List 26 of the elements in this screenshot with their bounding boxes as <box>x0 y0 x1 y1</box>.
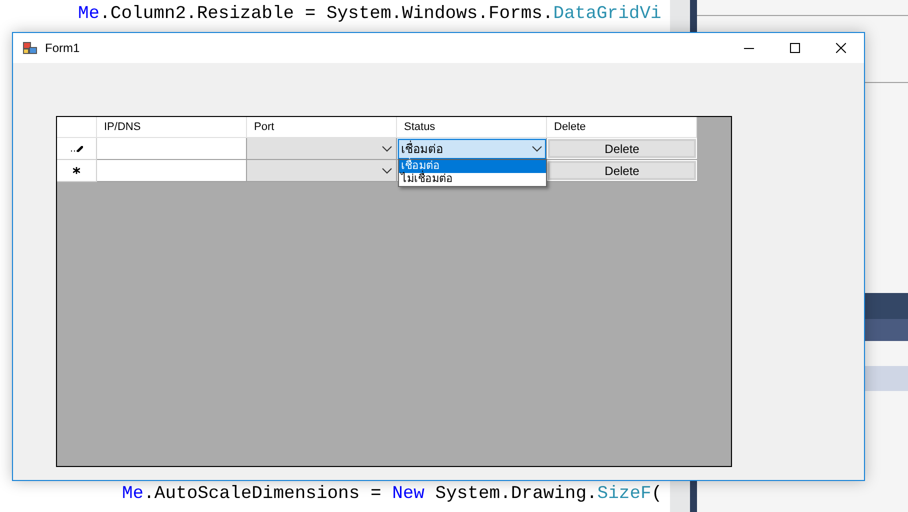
row-header[interactable] <box>57 160 97 182</box>
code-line: Me.Column2.Resizable = System.Windows.Forms.DataGridVi <box>78 4 662 24</box>
chevron-icon <box>382 146 392 152</box>
app-icon <box>23 42 37 54</box>
port-combo[interactable] <box>247 160 397 182</box>
chevron-icon <box>532 146 542 152</box>
row-header[interactable] <box>57 138 97 160</box>
close-icon <box>836 43 846 53</box>
status-combo[interactable]: เชื่อมต่อ <box>397 138 547 160</box>
code-line: Me.AutoScaleDimensions = New System.Drawing.SizeF( <box>122 484 662 504</box>
port-combo[interactable] <box>247 138 397 160</box>
dropdown-option[interactable]: ไม่เชื่อมต่อ <box>399 173 546 186</box>
column-header[interactable]: Delete <box>547 117 697 138</box>
column-header[interactable]: Status <box>397 117 547 138</box>
delete-button[interactable]: Delete <box>548 161 696 180</box>
corner-header <box>57 117 97 138</box>
chevron-icon <box>382 168 392 174</box>
ip-cell[interactable] <box>97 160 247 182</box>
window-title: Form1 <box>45 41 80 55</box>
maximize-icon <box>790 43 800 53</box>
column-header[interactable]: IP/DNS <box>97 117 247 138</box>
column-header[interactable]: Port <box>247 117 397 138</box>
pencil-icon <box>70 146 82 152</box>
delete-button[interactable]: Delete <box>548 139 696 158</box>
asterisk-icon <box>73 167 80 174</box>
ip-cell[interactable] <box>97 138 247 160</box>
